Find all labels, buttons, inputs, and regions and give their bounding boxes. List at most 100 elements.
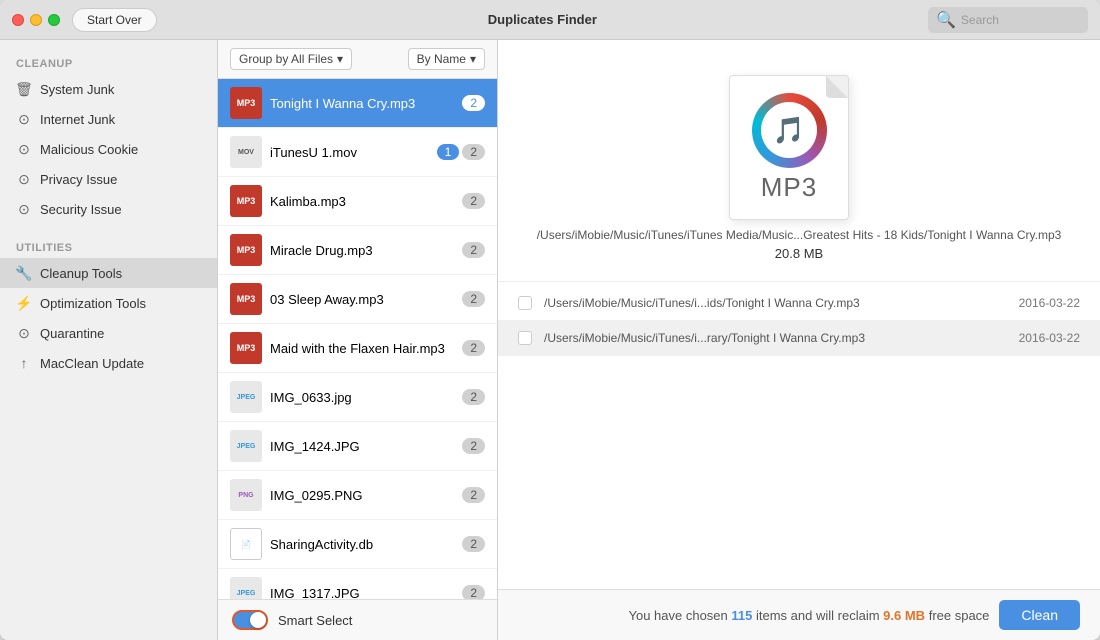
smart-select-bar: Smart Select [218,599,497,640]
list-item[interactable]: MP3 Maid with the Flaxen Hair.mp3 2 [218,324,497,373]
file-type-icon: MOV [230,136,262,168]
lightning-icon: ⚡ [16,295,32,311]
list-item[interactable]: JPEG IMG_1424.JPG 2 [218,422,497,471]
sidebar-item-macclean-update[interactable]: ↑ MacClean Update [0,348,217,378]
chevron-down-icon: ▾ [337,52,343,66]
detail-file-path: /Users/iMobie/Music/iTunes/iTunes Media/… [537,228,1062,242]
sidebar-item-quarantine[interactable]: ⊙ Quarantine [0,318,217,348]
group-by-button[interactable]: Group by All Files ▾ [230,48,352,70]
file-count-group: 1 2 [437,144,485,160]
list-item[interactable]: MOV iTunesU 1.mov 1 2 [218,128,497,177]
file-name: SharingActivity.db [270,537,454,552]
list-item[interactable]: JPEG IMG_0633.jpg 2 [218,373,497,422]
mp3-paper: 🎵 MP3 [729,75,849,220]
cookie-icon: ⊙ [16,141,32,157]
sidebar-item-label: Malicious Cookie [40,142,138,157]
sidebar-item-label: Cleanup Tools [40,266,122,281]
sidebar-item-internet-junk[interactable]: ⊙ Internet Junk [0,104,217,134]
detail-preview: 🎵 MP3 /Users/iMobie/Music/iTunes/iTunes … [498,40,1100,282]
dup-date: 2016-03-22 [1019,296,1080,310]
file-count: 2 [462,536,485,552]
list-item[interactable]: MP3 03 Sleep Away.mp3 2 [218,275,497,324]
start-over-button[interactable]: Start Over [72,8,157,32]
dup-checkbox[interactable] [518,296,532,310]
file-name: Maid with the Flaxen Hair.mp3 [270,341,454,356]
file-type-icon: 📄 [230,528,262,560]
list-item[interactable]: 📄 SharingActivity.db 2 [218,520,497,569]
file-count-1: 1 [437,144,460,160]
list-item[interactable]: JPEG IMG_1317.JPG 2 [218,569,497,599]
smart-select-toggle[interactable] [232,610,268,630]
sidebar-item-security-issue[interactable]: ⊙ Security Issue [0,194,217,224]
quarantine-icon: ⊙ [16,325,32,341]
by-name-button[interactable]: By Name ▾ [408,48,485,70]
sidebar-item-privacy-issue[interactable]: ⊙ Privacy Issue [0,164,217,194]
window-title: Duplicates Finder [157,12,928,27]
privacy-icon: ⊙ [16,171,32,187]
file-count: 2 [462,438,485,454]
cleanup-section-label: Cleanup [0,50,217,74]
sidebar-item-cleanup-tools[interactable]: 🔧 Cleanup Tools [0,258,217,288]
file-name: 03 Sleep Away.mp3 [270,292,454,307]
file-type-icon: MP3 [230,185,262,217]
duplicate-row: /Users/iMobie/Music/iTunes/i...ids/Tonig… [498,286,1100,321]
sidebar-item-label: MacClean Update [40,356,144,371]
chevron-down-icon: ▾ [470,52,476,66]
file-type-icon: MP3 [230,332,262,364]
file-count: 2 [462,487,485,503]
sidebar-item-system-junk[interactable]: 🗑 System Junk [0,74,217,104]
file-list-items: MP3 Tonight I Wanna Cry.mp3 2 MOV iTunes… [218,79,497,599]
by-name-label: By Name [417,52,466,66]
file-name: Kalimba.mp3 [270,194,454,209]
music-note-circle: 🎵 [752,93,827,168]
duplicate-row: /Users/iMobie/Music/iTunes/i...rary/Toni… [498,321,1100,356]
music-note-inner: 🎵 [761,102,817,158]
close-button[interactable] [12,14,24,26]
file-list-toolbar: Group by All Files ▾ By Name ▾ [218,40,497,79]
minimize-button[interactable] [30,14,42,26]
file-count: 2 [462,389,485,405]
file-count: 2 [462,340,485,356]
file-name: IMG_1424.JPG [270,439,454,454]
file-count: 2 [462,95,485,111]
mp3-file-type-label: MP3 [761,172,817,203]
file-count: 2 [462,193,485,209]
dup-path: /Users/iMobie/Music/iTunes/i...ids/Tonig… [544,296,1007,310]
status-bar: You have chosen 115 items and will recla… [498,589,1100,640]
list-item[interactable]: MP3 Kalimba.mp3 2 [218,177,497,226]
dup-checkbox[interactable] [518,331,532,345]
status-count: 115 [731,608,752,623]
wrench-icon: 🔧 [16,265,32,281]
sidebar-item-malicious-cookie[interactable]: ⊙ Malicious Cookie [0,134,217,164]
sidebar-item-optimization-tools[interactable]: ⚡ Optimization Tools [0,288,217,318]
maximize-button[interactable] [48,14,60,26]
file-name: Tonight I Wanna Cry.mp3 [270,96,454,111]
app-window: Start Over Duplicates Finder 🔍 Cleanup 🗑… [0,0,1100,640]
file-name: iTunesU 1.mov [270,145,429,160]
dup-path: /Users/iMobie/Music/iTunes/i...rary/Toni… [544,331,1007,345]
detail-panel: 🎵 MP3 /Users/iMobie/Music/iTunes/iTunes … [498,40,1100,640]
file-name: Miracle Drug.mp3 [270,243,454,258]
clean-button[interactable]: Clean [999,600,1080,630]
main-content: Cleanup 🗑 System Junk ⊙ Internet Junk ⊙ … [0,40,1100,640]
file-type-icon: JPEG [230,430,262,462]
file-type-icon: MP3 [230,234,262,266]
globe-icon: ⊙ [16,111,32,127]
search-bar[interactable]: 🔍 [928,7,1088,33]
file-type-icon: MP3 [230,87,262,119]
file-type-icon: MP3 [230,283,262,315]
file-name: IMG_0633.jpg [270,390,454,405]
status-text-middle: items and will reclaim [756,608,880,623]
list-item[interactable]: MP3 Tonight I Wanna Cry.mp3 2 [218,79,497,128]
file-name: IMG_0295.PNG [270,488,454,503]
list-item[interactable]: PNG IMG_0295.PNG 2 [218,471,497,520]
sidebar-item-label: Quarantine [40,326,104,341]
status-size: 9.6 MB [883,608,925,623]
file-type-icon: JPEG [230,381,262,413]
search-input[interactable] [961,13,1081,27]
utilities-section-label: Utilities [0,234,217,258]
sidebar: Cleanup 🗑 System Junk ⊙ Internet Junk ⊙ … [0,40,218,640]
list-item[interactable]: MP3 Miracle Drug.mp3 2 [218,226,497,275]
sidebar-item-label: Optimization Tools [40,296,146,311]
file-name: IMG_1317.JPG [270,586,454,600]
